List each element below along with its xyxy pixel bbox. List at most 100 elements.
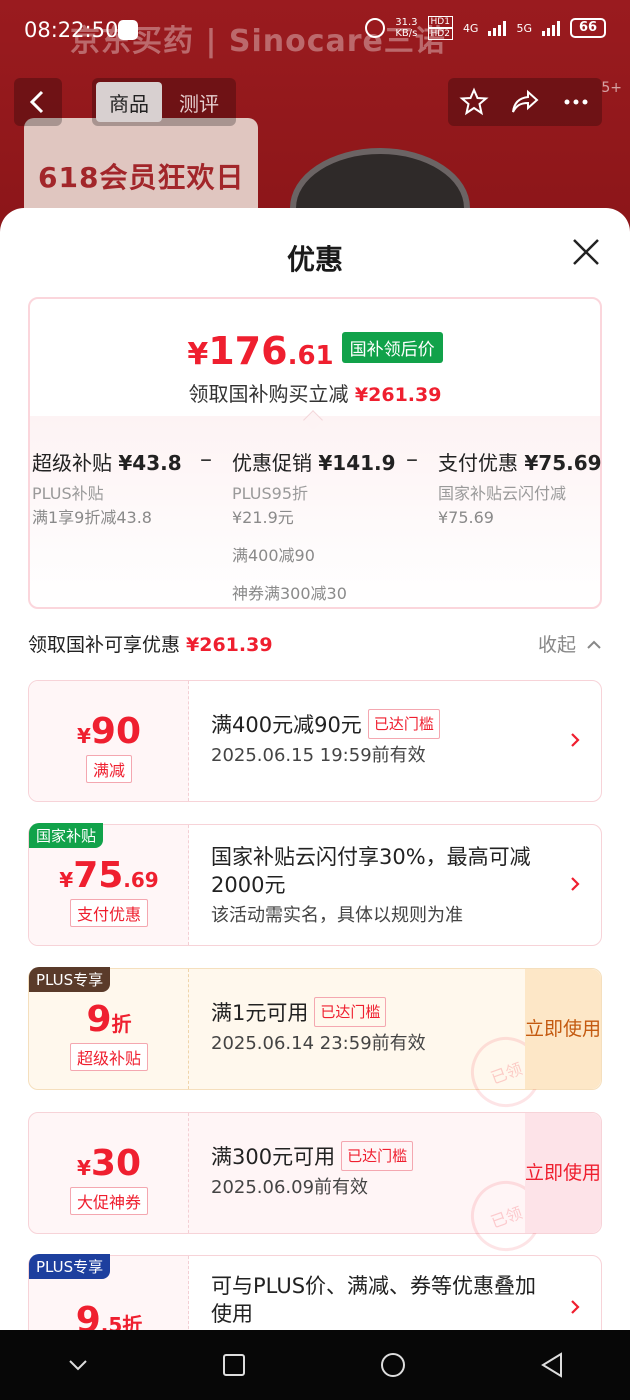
collapse-button[interactable]: 收起 [538, 630, 602, 657]
breakdown-sub: 国家补贴云闪付减 [438, 484, 567, 503]
hd1-badge: HD1 [427, 16, 453, 28]
home-icon[interactable] [379, 1351, 407, 1379]
coupon-value: 30 [90, 1143, 142, 1184]
coupon-national-subsidy[interactable]: ¥75.69 支付优惠 国家补贴 国家补贴云闪付享30%，最高可减2000元 该… [28, 823, 602, 946]
back-icon[interactable] [540, 1352, 564, 1378]
coupon-decimal: .5 [100, 1313, 123, 1330]
chevron-right-icon [571, 1300, 580, 1314]
coupon-title: 满300元可用 [211, 1145, 336, 1169]
price-integer: 176 [208, 329, 288, 373]
threshold-badge: 已达门槛 [341, 1141, 414, 1171]
claim-amount: ¥261.39 [186, 634, 273, 656]
breakdown-amount: ¥141.9 [318, 451, 396, 475]
minus-sign: – [406, 445, 418, 473]
saving-row: 领取国补购买立减 ¥261.39 [30, 378, 600, 407]
top-tabs: 商品 测评 [92, 78, 236, 126]
coupon-title: 国家补贴云闪付享30%，最高可减2000元 [211, 845, 531, 897]
price-decimal: .61 [287, 341, 334, 371]
collapse-label: 收起 [537, 634, 576, 656]
coupon-title: 满400元减90元 [211, 713, 362, 737]
chevron-right-icon [571, 877, 580, 891]
coupon-currency: ¥ [76, 724, 91, 748]
status-indicators: 31.3 KB/s HD1 HD2 4G 5G 66 [365, 16, 606, 40]
hd-indicators: HD1 HD2 [427, 16, 453, 40]
more-icon[interactable] [561, 87, 591, 117]
close-icon[interactable] [570, 236, 602, 268]
breakdown-promotion: 优惠促销 ¥141.9 PLUS95折 ¥21.9元 满400减90 神券满30… [232, 447, 396, 604]
coupon-value: 9 [86, 999, 112, 1040]
coupon-currency: ¥ [76, 1156, 91, 1180]
coupon-title: 可与PLUS价、满减、券等优惠叠加使用 [211, 1274, 537, 1326]
coupon-type: 满减 [85, 755, 132, 783]
alarm-icon [365, 18, 386, 38]
pointer-arrow [303, 410, 323, 430]
threshold-badge: 已达门槛 [367, 709, 440, 739]
top-actions [448, 78, 602, 126]
breakdown-label: 支付优惠 [438, 451, 518, 475]
use-now-button[interactable]: 立即使用 [525, 1113, 601, 1233]
claim-row: 领取国补可享优惠 ¥261.39 [28, 630, 602, 657]
promo-title: 618会员狂欢日 [38, 161, 245, 194]
breakdown-amount: ¥75.69 [524, 451, 602, 475]
plus-exclusive-tag: PLUS专享 [29, 967, 111, 992]
breakdown-sub: ¥75.69 [438, 508, 494, 527]
breakdown-sub: PLUS95折 [232, 484, 308, 503]
sheet-title: 优惠 [286, 243, 343, 276]
claim-label: 领取国补可享优惠 [28, 634, 181, 656]
final-price: ¥ 176 .61 国补领后价 [30, 329, 600, 373]
speed-unit: KB/s [395, 28, 418, 39]
breakdown-sub: 神券满300减30 [232, 584, 347, 603]
coupon-type: 支付优惠 [69, 899, 148, 927]
coupon-value: 90 [90, 711, 142, 752]
system-navigation-bar [0, 1330, 630, 1400]
plus-exclusive-tag: PLUS专享 [29, 1254, 111, 1279]
discount-sheet: 优惠 ¥ 176 .61 国补领后价 领取国补购买立减 ¥261.39 超级补贴… [0, 208, 630, 1330]
coupon-amount: ¥75.69 [29, 855, 189, 896]
saving-label: 领取国补购买立减 [188, 382, 349, 406]
status-bar: 08:22:50 31.3 KB/s HD1 HD2 4G 5G 66 [0, 0, 630, 60]
coupon-value: 9 [75, 1300, 101, 1330]
breakdown-sub: PLUS补贴 [32, 484, 104, 503]
coupon-amount: ¥30 [29, 1143, 189, 1184]
speed-value: 31.3 [395, 17, 418, 28]
coupon-plus-discount: 9折 超级补贴 PLUS专享 满1元可用 已达门槛 2025.06.14 23:5… [28, 967, 602, 1117]
price-tag: 国补领后价 [341, 331, 443, 363]
chevron-up-icon [587, 640, 601, 649]
recent-apps-icon[interactable] [222, 1353, 246, 1377]
share-icon[interactable] [510, 87, 540, 117]
saving-amount: ¥261.39 [354, 384, 442, 406]
use-now-button[interactable]: 立即使用 [525, 969, 601, 1089]
coupon-value-area: ¥30 大促神券 [29, 1113, 189, 1233]
star-icon[interactable] [459, 87, 489, 117]
chevron-left-icon [29, 90, 44, 114]
coupon-description: 该活动需实名，具体以规则为准 [211, 905, 463, 926]
network-speed: 31.3 KB/s [395, 17, 417, 39]
net2-label: 5G [516, 21, 532, 35]
breakdown-super-subsidy: 超级补贴 ¥43.8 PLUS补贴 满1享9折减43.8 [32, 447, 182, 528]
coupon-amount: 9.5折 [29, 1300, 189, 1330]
coupon-currency: ¥ [59, 868, 74, 892]
coupon-value-area: ¥90 满减 [29, 681, 189, 801]
breakdown-amount: ¥43.8 [118, 451, 182, 475]
signal-icon-2 [542, 20, 560, 36]
back-button[interactable] [14, 78, 62, 126]
breakdown-label: 优惠促销 [232, 451, 312, 475]
chevron-down-icon[interactable] [67, 1358, 89, 1372]
coupon-plus-price[interactable]: 9.5折 PLUS专享 可与PLUS价、满减、券等优惠叠加使用 [28, 1254, 602, 1330]
coupon-full-reduction[interactable]: ¥90 满减 满400元减90元 已达门槛 2025.06.15 19:59前有效 [28, 680, 602, 802]
tab-review[interactable]: 测评 [166, 82, 232, 122]
tab-product[interactable]: 商品 [96, 82, 162, 122]
breakdown-label: 超级补贴 [32, 451, 112, 475]
status-time: 08:22:50 [24, 18, 119, 42]
coupon-god-voucher: ¥30 大促神券 满300元可用 已达门槛 2025.06.09前有效 已领 立即… [28, 1112, 602, 1261]
net1-label: 4G [462, 21, 479, 35]
app-notification-icon [118, 20, 138, 40]
message-count-badge: 5+ [601, 80, 622, 96]
coupon-type: 大促神券 [69, 1187, 148, 1215]
coupon-decimal: .69 [123, 868, 159, 892]
price-summary: ¥ 176 .61 国补领后价 领取国补购买立减 ¥261.39 超级补贴 ¥4… [28, 297, 602, 609]
coupon-value: 75 [73, 855, 124, 896]
coupon-unit: 折 [111, 1012, 132, 1036]
chevron-right-icon [571, 733, 580, 747]
breakdown-sub: ¥21.9元 [232, 508, 294, 527]
